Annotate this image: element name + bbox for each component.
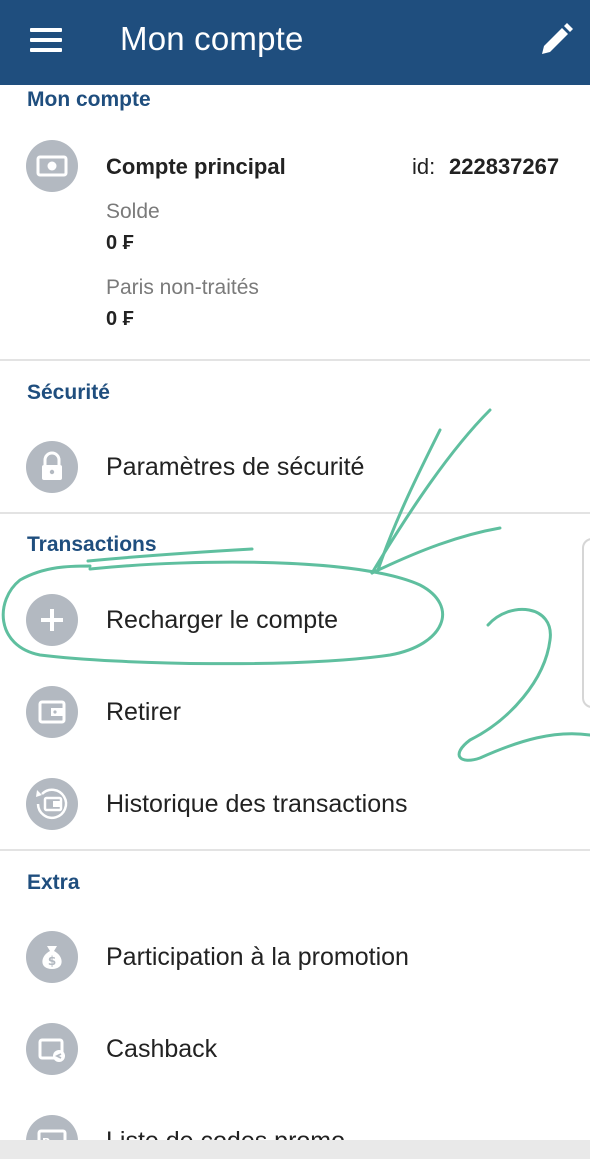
section-title-extra: Extra (27, 871, 80, 894)
hamburger-menu-icon[interactable] (26, 22, 66, 58)
promotion-participation-label: Participation à la promotion (106, 943, 409, 971)
promotion-participation-item[interactable]: $ Participation à la promotion (0, 914, 590, 1000)
plus-icon (26, 594, 78, 646)
divider (0, 359, 590, 361)
security-settings-item[interactable]: Paramètres de sécurité (0, 424, 590, 510)
app-bar: Mon compte (0, 0, 590, 85)
page-title: Mon compte (120, 20, 304, 57)
unsettled-bets-label: Paris non-traités (106, 276, 259, 299)
history-icon (26, 778, 78, 830)
cashback-label: Cashback (106, 1035, 218, 1063)
lock-icon (26, 441, 78, 493)
security-settings-label: Paramètres de sécurité (106, 453, 365, 481)
account-id-label: id: (412, 154, 436, 179)
pencil-icon[interactable] (536, 20, 576, 60)
section-title-account: Mon compte (27, 88, 151, 111)
side-panel-handle[interactable] (582, 538, 590, 708)
withdraw-item[interactable]: Retirer (0, 669, 590, 755)
section-title-security: Sécurité (27, 381, 110, 404)
balance-label: Solde (106, 200, 160, 223)
cashback-item[interactable]: Cashback (0, 1006, 590, 1092)
cashback-icon (26, 1023, 78, 1075)
bottom-bar (0, 1140, 590, 1159)
balance-value: 0 ₣ (106, 232, 134, 254)
account-id: 222837267 (449, 154, 560, 179)
divider (0, 849, 590, 851)
unsettled-bets-value: 0 ₣ (106, 308, 134, 330)
transaction-history-label: Historique des transactions (106, 790, 408, 818)
withdraw-label: Retirer (106, 698, 182, 726)
transaction-history-item[interactable]: Historique des transactions (0, 761, 590, 847)
recharge-account-item[interactable]: Recharger le compte (0, 577, 590, 663)
main-account-card: Compte principal id: 222837267 Solde 0 ₣… (0, 130, 590, 340)
money-bag-icon: $ (26, 931, 78, 983)
wallet-icon (26, 686, 78, 738)
cash-icon (26, 140, 78, 192)
svg-text:$: $ (48, 954, 56, 968)
section-title-transactions: Transactions (27, 533, 157, 556)
divider (0, 512, 590, 514)
account-name: Compte principal (106, 154, 286, 179)
recharge-account-label: Recharger le compte (106, 606, 339, 634)
